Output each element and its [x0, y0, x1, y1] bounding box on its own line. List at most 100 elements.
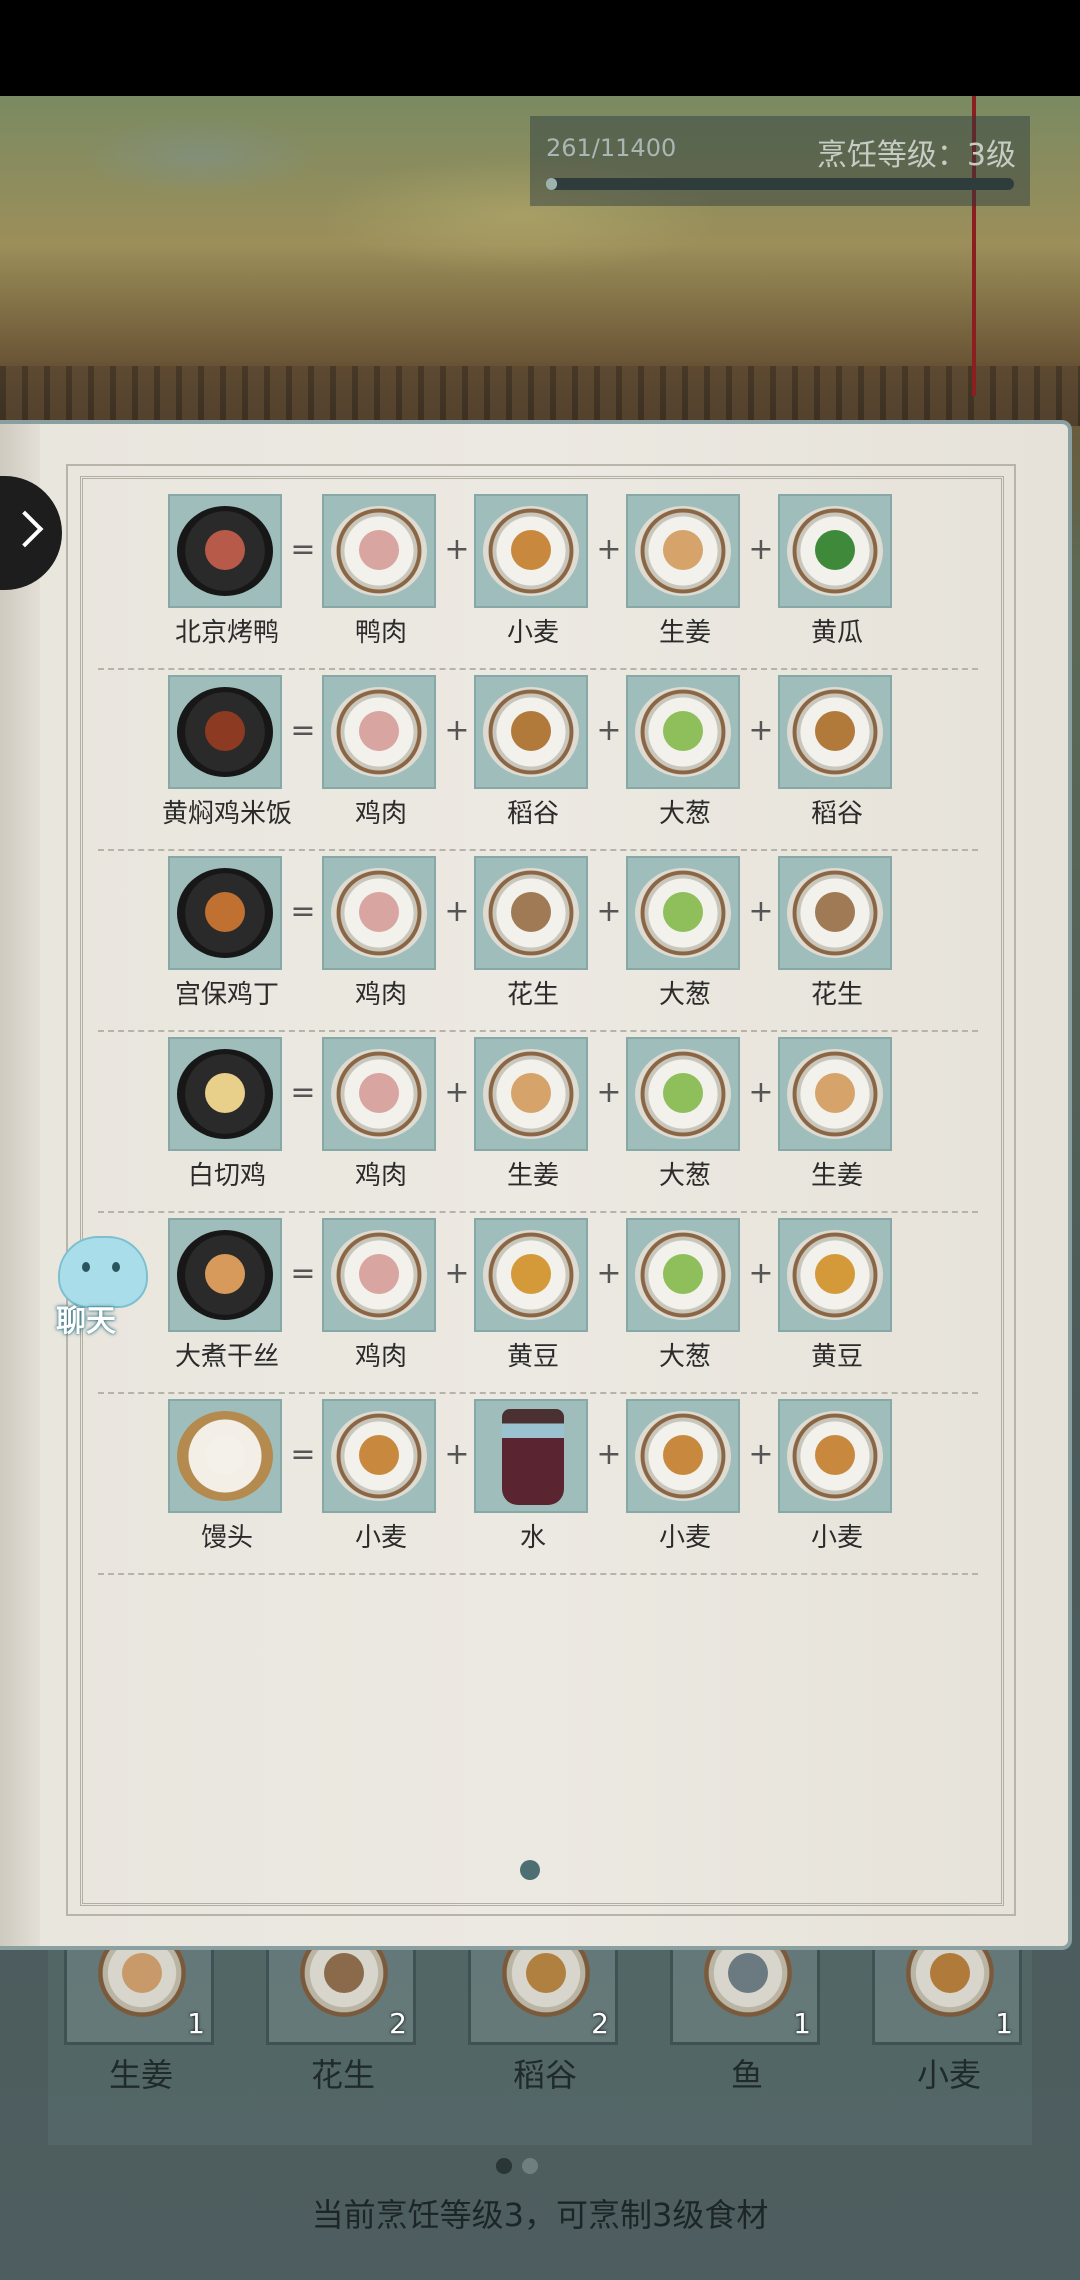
inventory-item-name: 鱼 — [730, 2056, 763, 2094]
peanut-icon — [483, 868, 579, 958]
food-graphic — [663, 892, 703, 932]
plus-sign: + — [444, 1437, 470, 1472]
cucumber-icon — [787, 506, 883, 596]
row-divider — [98, 849, 978, 851]
plus-sign: + — [596, 1256, 622, 1291]
inventory-page-dots — [496, 2158, 548, 2178]
item-tile — [778, 1037, 892, 1151]
item-tile — [626, 675, 740, 789]
recipe-row: 宫保鸡丁 鸡肉 花生 大葱 花生 = + + + — [0, 856, 1080, 1037]
inventory-item-name: 稻谷 — [512, 2056, 577, 2094]
ingredient-name: 稻谷 — [810, 799, 863, 829]
food-graphic — [205, 1435, 245, 1475]
dish-name: 大煮干丝 — [174, 1342, 279, 1372]
inventory-slot[interactable]: 1 生姜 — [56, 1920, 216, 2094]
soybean-icon — [483, 1230, 579, 1320]
plus-sign: + — [596, 532, 622, 567]
item-tile — [168, 494, 282, 608]
plus-sign: + — [444, 894, 470, 929]
recipe-row: 大煮干丝 鸡肉 黄豆 大葱 黄豆 = + + + — [0, 1218, 1080, 1399]
ingredient-name: 小麦 — [810, 1523, 863, 1553]
meat-icon — [331, 1049, 427, 1139]
exp-progress-bar — [546, 178, 1014, 190]
item-tile — [474, 1399, 588, 1513]
item-tile — [474, 856, 588, 970]
wheat-icon — [331, 1411, 427, 1501]
white-cut-chicken-icon — [177, 1049, 273, 1139]
food-graphic — [663, 530, 703, 570]
ingredient-name: 大葱 — [658, 980, 711, 1010]
inventory-tile: 1 — [670, 1920, 820, 2045]
equals-sign: = — [290, 1256, 316, 1291]
ingredient-name: 小麦 — [354, 1523, 407, 1553]
plus-sign: + — [748, 1075, 774, 1110]
dish-name: 北京烤鸭 — [174, 618, 279, 648]
inventory-slot[interactable]: 2 花生 — [258, 1920, 418, 2094]
inventory-tile: 2 — [468, 1920, 618, 2045]
dish-name: 馒头 — [200, 1523, 253, 1553]
inventory-slot[interactable]: 2 稻谷 — [460, 1920, 620, 2094]
ingredient-name: 小麦 — [506, 618, 559, 648]
item-tile — [322, 494, 436, 608]
item-tile — [778, 494, 892, 608]
inventory-tile: 1 — [872, 1920, 1022, 2045]
item-tile — [778, 856, 892, 970]
meat-icon — [331, 868, 427, 958]
wheat-icon — [483, 506, 579, 596]
food-graphic — [663, 1073, 703, 1113]
inventory-panel: 1 生姜 2 花生 2 稻谷 1 鱼 1 小麦 — [48, 1920, 1032, 2145]
page-dot[interactable] — [522, 2158, 538, 2174]
book-page-indicator[interactable] — [520, 1860, 540, 1880]
food-graphic — [930, 1953, 970, 1993]
recipe-row: 黄焖鸡米饭 鸡肉 稻谷 大葱 稻谷 = + + + — [0, 675, 1080, 856]
plus-sign: + — [596, 1437, 622, 1472]
item-tile — [168, 1399, 282, 1513]
ginger-icon — [635, 506, 731, 596]
item-tile — [168, 675, 282, 789]
ingredient-name: 鸡肉 — [354, 980, 407, 1010]
item-tile — [322, 1037, 436, 1151]
ingredient-name: 生姜 — [658, 618, 711, 648]
scallion-icon — [635, 687, 731, 777]
food-graphic — [526, 1953, 566, 1993]
page-dot-active[interactable] — [496, 2158, 512, 2174]
food-graphic — [205, 530, 245, 570]
peanut-icon — [787, 868, 883, 958]
item-tile — [474, 494, 588, 608]
food-graphic — [728, 1953, 768, 1993]
wheat-icon — [635, 1411, 731, 1501]
dish-name: 宫保鸡丁 — [174, 980, 279, 1010]
food-graphic — [815, 711, 855, 751]
item-tile — [168, 856, 282, 970]
inventory-slot[interactable]: 1 小麦 — [864, 1920, 1024, 2094]
inventory-slot[interactable]: 1鱼 — [662, 1920, 822, 2094]
cooking-hud: 261/11400 烹饪等级：3级 — [530, 116, 1030, 206]
item-tile — [322, 675, 436, 789]
plus-sign: + — [748, 894, 774, 929]
cooking-status-text: 当前烹饪等级3，可烹制3级食材 — [311, 2196, 769, 2234]
ingredient-name: 生姜 — [506, 1161, 559, 1191]
ginger-icon — [787, 1049, 883, 1139]
water-bucket-icon — [502, 1409, 564, 1505]
plus-sign: + — [444, 532, 470, 567]
item-tile — [168, 1218, 282, 1332]
equals-sign: = — [290, 1075, 316, 1110]
food-graphic — [815, 530, 855, 570]
dish-name: 白切鸡 — [187, 1161, 266, 1191]
item-tile — [626, 494, 740, 608]
item-count: 1 — [995, 2007, 1013, 2040]
food-graphic — [359, 530, 399, 570]
steamed-bun-icon — [177, 1411, 273, 1501]
item-tile — [778, 1218, 892, 1332]
ingredient-name: 生姜 — [810, 1161, 863, 1191]
plus-sign: + — [444, 713, 470, 748]
exp-counter: 261/11400 — [546, 134, 677, 162]
ingredient-name: 黄豆 — [506, 1342, 559, 1372]
ingredient-name: 大葱 — [658, 1342, 711, 1372]
braised-chicken-rice-icon — [177, 687, 273, 777]
ingredient-name: 鸡肉 — [354, 799, 407, 829]
item-tile — [626, 1218, 740, 1332]
food-graphic — [815, 892, 855, 932]
chat-button[interactable]: 聊天 — [40, 1236, 150, 1339]
rice-grain-icon — [787, 687, 883, 777]
